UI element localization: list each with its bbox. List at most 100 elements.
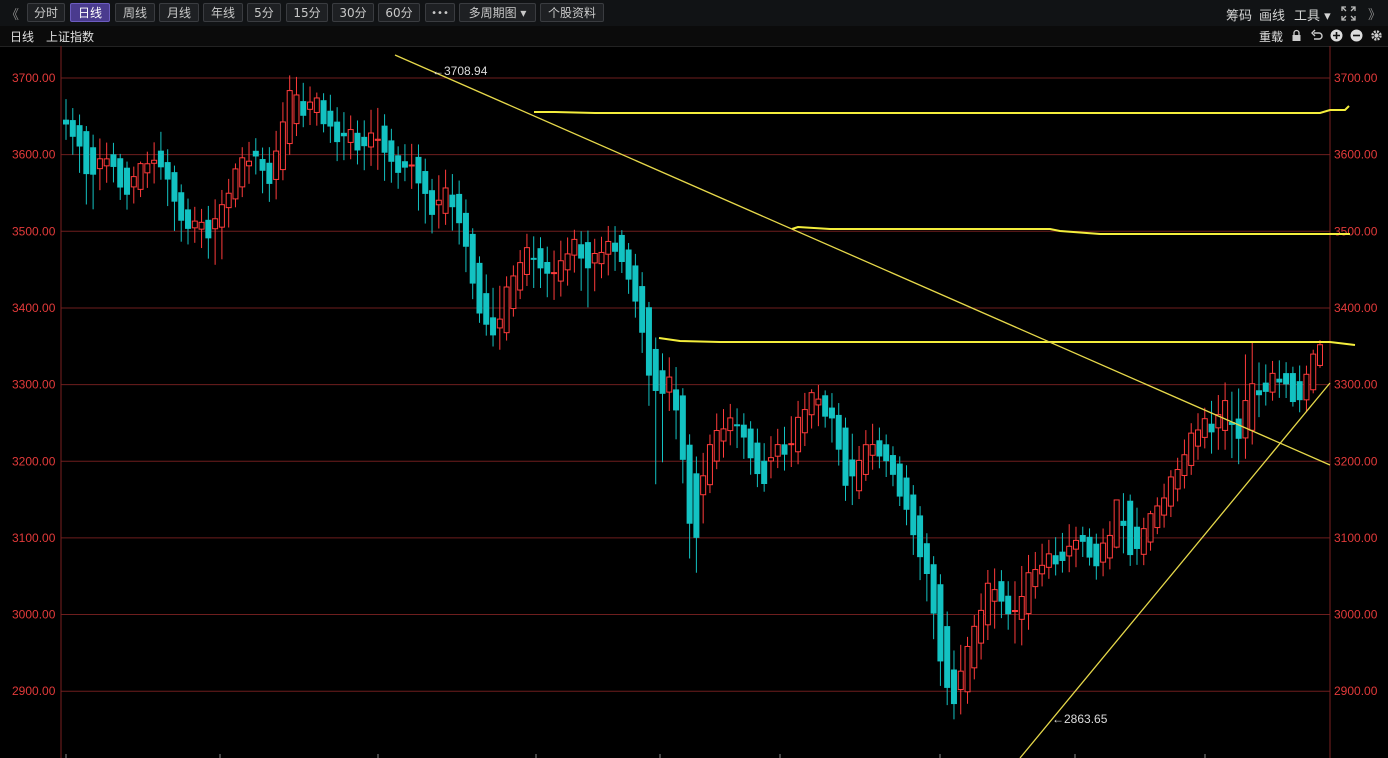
candle[interactable] [456, 180, 463, 245]
candle[interactable] [1093, 533, 1100, 580]
candle[interactable] [754, 428, 761, 488]
candle[interactable] [124, 161, 131, 210]
collapse-right-icon[interactable]: 》 [1368, 4, 1381, 23]
candle[interactable] [679, 388, 686, 484]
candle[interactable] [198, 208, 205, 249]
candle[interactable] [645, 301, 652, 406]
zoom-out-icon[interactable] [1350, 29, 1363, 42]
candle[interactable] [598, 236, 605, 279]
candle[interactable] [910, 485, 917, 555]
candle[interactable] [849, 433, 856, 506]
candle[interactable] [462, 199, 469, 273]
stock-profile-button[interactable]: 个股资料 [540, 3, 604, 22]
candle[interactable] [564, 237, 571, 286]
candle[interactable] [334, 107, 341, 162]
candle[interactable] [1242, 354, 1249, 459]
candle[interactable] [503, 276, 510, 341]
candle[interactable] [1059, 532, 1066, 573]
period-yearly-button[interactable]: 年线 [203, 3, 243, 22]
candle[interactable] [1079, 526, 1086, 557]
support-line-3655[interactable] [534, 105, 1350, 114]
chip-distribution-button[interactable]: 筹码 [1226, 5, 1252, 24]
candle[interactable] [1072, 526, 1079, 568]
candle[interactable] [822, 390, 829, 428]
candle[interactable] [300, 82, 307, 128]
candle[interactable] [368, 109, 375, 166]
candle[interactable] [700, 452, 707, 524]
candle[interactable] [96, 138, 103, 191]
candle[interactable] [625, 243, 632, 294]
candle[interactable] [232, 163, 239, 208]
candle[interactable] [950, 650, 957, 720]
candle[interactable] [828, 393, 835, 443]
candle[interactable] [991, 568, 998, 629]
candle[interactable] [978, 593, 985, 660]
candle[interactable] [612, 226, 619, 271]
candle[interactable] [69, 108, 76, 155]
candle[interactable] [374, 107, 381, 170]
candle[interactable] [917, 506, 924, 581]
candle[interactable] [896, 456, 903, 506]
candle[interactable] [815, 384, 822, 427]
candle[interactable] [1283, 362, 1290, 399]
undo-icon[interactable] [1310, 29, 1323, 42]
candle[interactable] [246, 141, 253, 184]
candle[interactable] [1154, 497, 1161, 535]
lock-icon[interactable] [1290, 29, 1303, 42]
candle[interactable] [1147, 510, 1154, 551]
candle[interactable] [842, 417, 849, 501]
candle[interactable] [551, 250, 558, 300]
candle[interactable] [740, 413, 747, 459]
candle[interactable] [686, 434, 693, 559]
candle[interactable] [557, 240, 564, 297]
candle[interactable] [340, 112, 347, 161]
candle[interactable] [1276, 360, 1283, 398]
candle[interactable] [1201, 407, 1208, 449]
candle[interactable] [984, 569, 991, 640]
candle[interactable] [734, 408, 741, 449]
candle[interactable] [673, 367, 680, 440]
candle[interactable] [971, 615, 978, 680]
candle[interactable] [774, 428, 781, 469]
candle[interactable] [544, 246, 551, 298]
candle[interactable] [171, 165, 178, 231]
candle[interactable] [666, 357, 673, 411]
candle[interactable] [212, 199, 219, 265]
candle[interactable] [1296, 365, 1303, 413]
period-monthly-button[interactable]: 月线 [159, 3, 199, 22]
candle[interactable] [639, 272, 646, 353]
candle[interactable] [889, 446, 896, 487]
period-intraday-button[interactable]: 分时 [27, 3, 65, 22]
candle[interactable] [510, 265, 517, 317]
candle[interactable] [530, 236, 537, 288]
candle[interactable] [713, 413, 720, 470]
candle[interactable] [883, 434, 890, 478]
candle[interactable] [652, 337, 659, 485]
candle[interactable] [747, 421, 754, 475]
candle[interactable] [496, 285, 503, 350]
candle[interactable] [523, 233, 530, 286]
candle[interactable] [1113, 499, 1120, 549]
candle[interactable] [835, 403, 842, 466]
candle[interactable] [1100, 528, 1107, 577]
ascending-trendline[interactable] [1019, 382, 1331, 758]
support-line-3355[interactable] [658, 337, 1356, 346]
candle[interactable] [1167, 470, 1174, 518]
candle[interactable] [584, 230, 591, 308]
candle[interactable] [293, 76, 300, 137]
candle[interactable] [1039, 543, 1046, 587]
candle[interactable] [490, 287, 497, 347]
candle[interactable] [218, 189, 225, 260]
candle[interactable] [1181, 439, 1188, 489]
candle[interactable] [361, 120, 368, 171]
candle[interactable] [1255, 362, 1262, 418]
candle[interactable] [144, 151, 151, 188]
candle[interactable] [1052, 537, 1059, 576]
candle[interactable] [659, 353, 666, 463]
candle[interactable] [1208, 400, 1215, 454]
reload-button[interactable]: 重载 [1259, 28, 1283, 45]
candle[interactable] [964, 636, 971, 704]
candle[interactable] [869, 423, 876, 470]
candle[interactable] [103, 142, 110, 183]
candle[interactable] [1086, 528, 1093, 566]
